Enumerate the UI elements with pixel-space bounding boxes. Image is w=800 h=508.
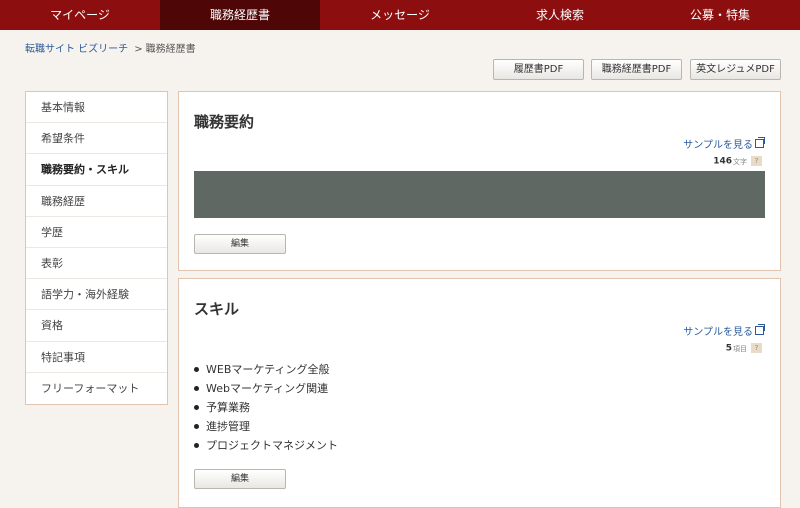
skills-panel: スキル サンプルを見る 5項目? WEBマーケティング全般 Webマーケティング…	[178, 278, 781, 508]
summary-panel: 職務要約 サンプルを見る 146文字? 編集	[178, 91, 781, 271]
breadcrumb-separator: >	[134, 44, 143, 55]
summary-title: 職務要約	[194, 113, 255, 131]
external-link-icon	[755, 137, 765, 148]
skill-label: 進捗管理	[206, 420, 250, 433]
skills-count-value: 5	[725, 343, 732, 354]
list-item: WEBマーケティング全般	[194, 360, 338, 379]
nav-features[interactable]: 公募・特集	[640, 0, 800, 30]
career-pdf-button[interactable]: 職務経歴書PDF	[591, 59, 682, 80]
help-icon[interactable]: ?	[751, 156, 762, 166]
skills-sample-link-label: サンプルを見る	[683, 327, 753, 338]
skills-edit-button[interactable]: 編集	[194, 469, 286, 489]
breadcrumb: 転職サイト ビズリーチ > 職務経歴書	[25, 40, 196, 55]
sidebar: 基本情報 希望条件 職務要約・スキル 職務経歴 学歴 表彰 語学力・海外経験 資…	[25, 91, 168, 405]
sidebar-item-work-history[interactable]: 職務経歴	[26, 186, 167, 217]
skills-title: スキル	[194, 300, 240, 318]
bullet-icon	[194, 442, 199, 448]
skills-count-unit: 項目	[733, 344, 747, 353]
list-item: プロジェクトマネジメント	[194, 436, 338, 455]
bullet-icon	[194, 385, 199, 391]
skills-list: WEBマーケティング全般 Webマーケティング関連 予算業務 進捗管理 プロジェ…	[194, 360, 338, 455]
nav-career-history[interactable]: 職務経歴書	[160, 0, 320, 30]
sidebar-item-preferences[interactable]: 希望条件	[26, 123, 167, 155]
summary-char-count: 146文字?	[713, 156, 762, 167]
sidebar-item-education[interactable]: 学歴	[26, 217, 167, 248]
summary-count-unit: 文字	[733, 157, 747, 166]
nav-job-search[interactable]: 求人検索	[480, 0, 640, 30]
summary-sample-link-label: サンプルを見る	[683, 140, 753, 151]
sidebar-item-summary-skills[interactable]: 職務要約・スキル	[26, 154, 167, 186]
list-item: Webマーケティング関連	[194, 379, 338, 398]
sidebar-item-basic-info[interactable]: 基本情報	[26, 92, 167, 124]
skills-item-count: 5項目?	[726, 343, 762, 354]
bullet-icon	[194, 366, 199, 372]
summary-text-box	[194, 171, 765, 218]
breadcrumb-home-link[interactable]: 転職サイト ビズリーチ	[25, 44, 128, 55]
skill-label: Webマーケティング関連	[206, 382, 329, 395]
list-item: 進捗管理	[194, 417, 338, 436]
sidebar-item-free-format[interactable]: フリーフォーマット	[26, 373, 167, 404]
sidebar-item-awards[interactable]: 表彰	[26, 248, 167, 280]
sidebar-item-notes[interactable]: 特記事項	[26, 342, 167, 373]
skill-label: WEBマーケティング全般	[206, 363, 330, 376]
breadcrumb-current: 職務経歴書	[145, 44, 196, 55]
resume-pdf-button[interactable]: 履歴書PDF	[493, 59, 584, 80]
sidebar-item-certifications[interactable]: 資格	[26, 310, 167, 342]
bullet-icon	[194, 423, 199, 429]
summary-count-value: 146	[713, 156, 732, 167]
nav-messages[interactable]: メッセージ	[320, 0, 480, 30]
top-navigation: マイページ 職務経歴書 メッセージ 求人検索 公募・特集	[0, 0, 800, 30]
skill-label: 予算業務	[206, 401, 250, 414]
summary-sample-link[interactable]: サンプルを見る	[683, 136, 765, 151]
help-icon[interactable]: ?	[751, 343, 762, 353]
skills-sample-link[interactable]: サンプルを見る	[683, 323, 765, 338]
skill-label: プロジェクトマネジメント	[206, 439, 338, 452]
sidebar-item-languages[interactable]: 語学力・海外経験	[26, 279, 167, 311]
external-link-icon	[755, 324, 765, 335]
bullet-icon	[194, 404, 199, 410]
english-resume-pdf-button[interactable]: 英文レジュメPDF	[690, 59, 781, 80]
list-item: 予算業務	[194, 398, 338, 417]
summary-edit-button[interactable]: 編集	[194, 234, 286, 254]
nav-mypage[interactable]: マイページ	[0, 0, 160, 30]
